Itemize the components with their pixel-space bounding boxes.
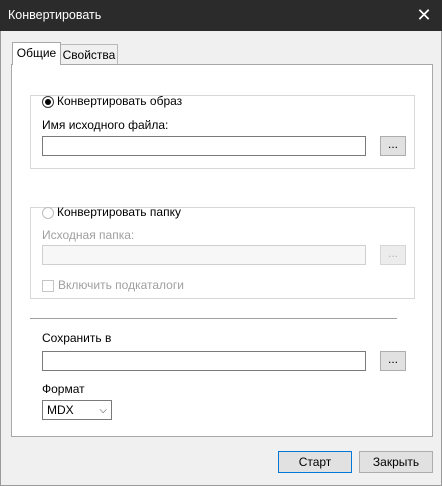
format-label: Формат [42, 382, 85, 396]
browse-folder-button[interactable]: ... [380, 245, 406, 265]
start-button[interactable]: Старт [278, 451, 352, 473]
tab-general[interactable]: Общие [12, 42, 61, 65]
save-to-label: Сохранить в [42, 331, 112, 345]
include-subfolders-label: Включить подкаталоги [58, 278, 184, 292]
browse-save-button[interactable]: ... [380, 351, 406, 371]
convert-image-radio[interactable] [42, 96, 54, 108]
title-bar: Конвертировать ✕ [0, 0, 442, 31]
convert-folder-label[interactable]: Конвертировать папку [57, 205, 181, 219]
save-to-input[interactable] [42, 351, 366, 371]
source-folder-input[interactable] [42, 245, 366, 265]
close-icon[interactable]: ✕ [414, 5, 434, 25]
source-file-input[interactable] [42, 136, 366, 156]
source-file-label: Имя исходного файла: [42, 118, 169, 132]
convert-folder-radio[interactable] [42, 207, 54, 219]
source-folder-label: Исходная папка: [42, 228, 135, 242]
format-selected-value: MDX [47, 403, 74, 417]
format-select[interactable]: MDX ⌵ [42, 400, 112, 420]
separator [30, 318, 397, 319]
close-button[interactable]: Закрыть [359, 451, 433, 473]
convert-image-label[interactable]: Конвертировать образ [57, 94, 182, 108]
tab-properties[interactable]: Свойства [60, 44, 118, 65]
tab-panel: Конвертировать образ Имя исходного файла… [11, 64, 433, 437]
window-title: Конвертировать [8, 8, 102, 22]
chevron-down-icon: ⌵ [99, 405, 107, 416]
browse-file-button[interactable]: ... [380, 136, 406, 156]
include-subfolders-checkbox[interactable] [42, 280, 54, 292]
